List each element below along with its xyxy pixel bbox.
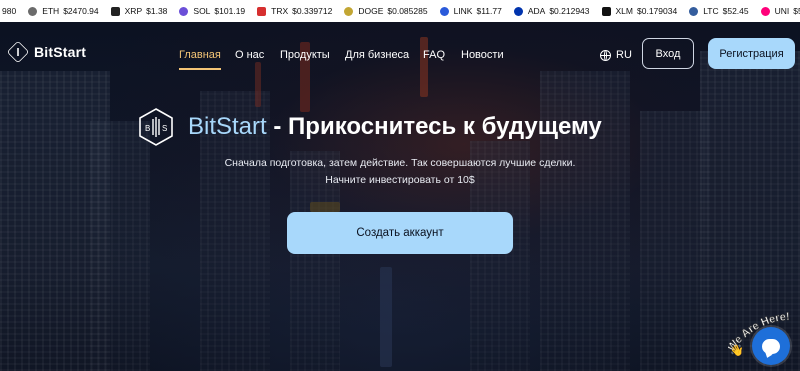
hero-min-investment: Начните инвестировать от 10$: [325, 174, 475, 186]
ticker-item: TRX $0.339712: [257, 6, 332, 16]
ticker-symbol: LTC: [703, 6, 719, 16]
ticker-price: $5.99: [793, 6, 800, 16]
globe-icon: [600, 49, 611, 61]
page-title: BitStart - Прикоснитесь к будущему: [188, 113, 602, 141]
nav-item-home[interactable]: Главная: [179, 49, 221, 70]
ticker-item: 980: [0, 6, 16, 16]
brand-name: BitStart: [34, 44, 87, 60]
title-brand: BitStart: [188, 113, 267, 140]
ticker-price: $0.179034: [637, 6, 678, 16]
crypto-ticker: 980 ETH $2470.94 XRP $1.38 SOL $101.19 TRX $0.33…: [0, 0, 800, 22]
stellar-icon: [601, 6, 611, 16]
nav-item-faq[interactable]: FAQ: [423, 49, 445, 61]
ticker-symbol: UNI: [774, 6, 790, 16]
litecoin-icon: [689, 6, 699, 16]
ticker-item: XRP $1.38: [110, 6, 168, 16]
title-tagline: - Прикоснитесь к будущему: [266, 113, 602, 140]
nav-item-about[interactable]: О нас: [235, 49, 264, 61]
login-button[interactable]: Вход: [642, 38, 694, 69]
solana-icon: [179, 6, 189, 16]
ticker-item: XLM $0.179034: [601, 6, 678, 16]
ticker-item: DOGE $0.085285: [344, 6, 428, 16]
ticker-symbol: SOL: [193, 6, 211, 16]
hero-subtitle: Сначала подготовка, затем действие. Так …: [224, 157, 576, 169]
waving-hand-icon: 👋: [730, 344, 744, 356]
chainlink-icon: [439, 6, 449, 16]
nav-item-news[interactable]: Новости: [461, 49, 504, 61]
ticker-item: SOL $101.19: [179, 6, 245, 16]
ticker-price: 980: [2, 6, 17, 16]
ticker-price: $2470.94: [63, 6, 99, 16]
tron-icon: [257, 6, 267, 16]
ticker-symbol: ETH: [42, 6, 60, 16]
brand-logo[interactable]: BitStart: [6, 40, 87, 64]
svg-text:S: S: [162, 124, 167, 133]
uniswap-icon: [760, 6, 770, 16]
ticker-symbol: DOGE: [358, 6, 384, 16]
chat-bubble-icon: [762, 338, 780, 354]
ticker-price: $101.19: [214, 6, 246, 16]
language-label: RU: [616, 49, 632, 61]
ticker-item: ADA $0.212943: [513, 6, 590, 16]
cardano-icon: [513, 6, 523, 16]
ticker-price: $0.212943: [549, 6, 590, 16]
ticker-price: $1.38: [146, 6, 168, 16]
ticker-symbol: XLM: [615, 6, 633, 16]
nav-item-business[interactable]: Для бизнеса: [345, 49, 409, 61]
ticker-item: UNI$5.99: [760, 6, 800, 16]
ticker-symbol: TRX: [271, 6, 289, 16]
ticker-symbol: XRP: [124, 6, 143, 16]
ticker-symbol: LINK: [453, 6, 473, 16]
xrp-icon: [110, 6, 120, 16]
bitstart-logo-icon: [6, 40, 30, 64]
create-account-button[interactable]: Создать аккаунт: [287, 212, 513, 254]
ethereum-icon: [28, 6, 38, 16]
hero-headline: B S BitStart - Прикоснитесь к будущему: [136, 105, 676, 149]
ticker-item: LTC $52.45: [689, 6, 749, 16]
language-selector[interactable]: RU: [600, 49, 632, 61]
ticker-price: $0.085285: [387, 6, 428, 16]
dogecoin-icon: [344, 6, 354, 16]
ticker-price: $11.77: [476, 6, 502, 16]
chat-button[interactable]: [752, 327, 790, 365]
bitstart-emblem-icon: B S: [136, 107, 176, 147]
ticker-item: ETH $2470.94: [28, 6, 99, 16]
nav-item-products[interactable]: Продукты: [280, 49, 330, 61]
ticker-price: $52.45: [722, 6, 749, 16]
ticker-item: LINK $11.77: [439, 6, 502, 16]
ticker-price: $0.339712: [292, 6, 333, 16]
register-button[interactable]: Регистрация: [708, 38, 795, 69]
svg-text:B: B: [145, 124, 150, 133]
ticker-symbol: ADA: [527, 6, 546, 16]
